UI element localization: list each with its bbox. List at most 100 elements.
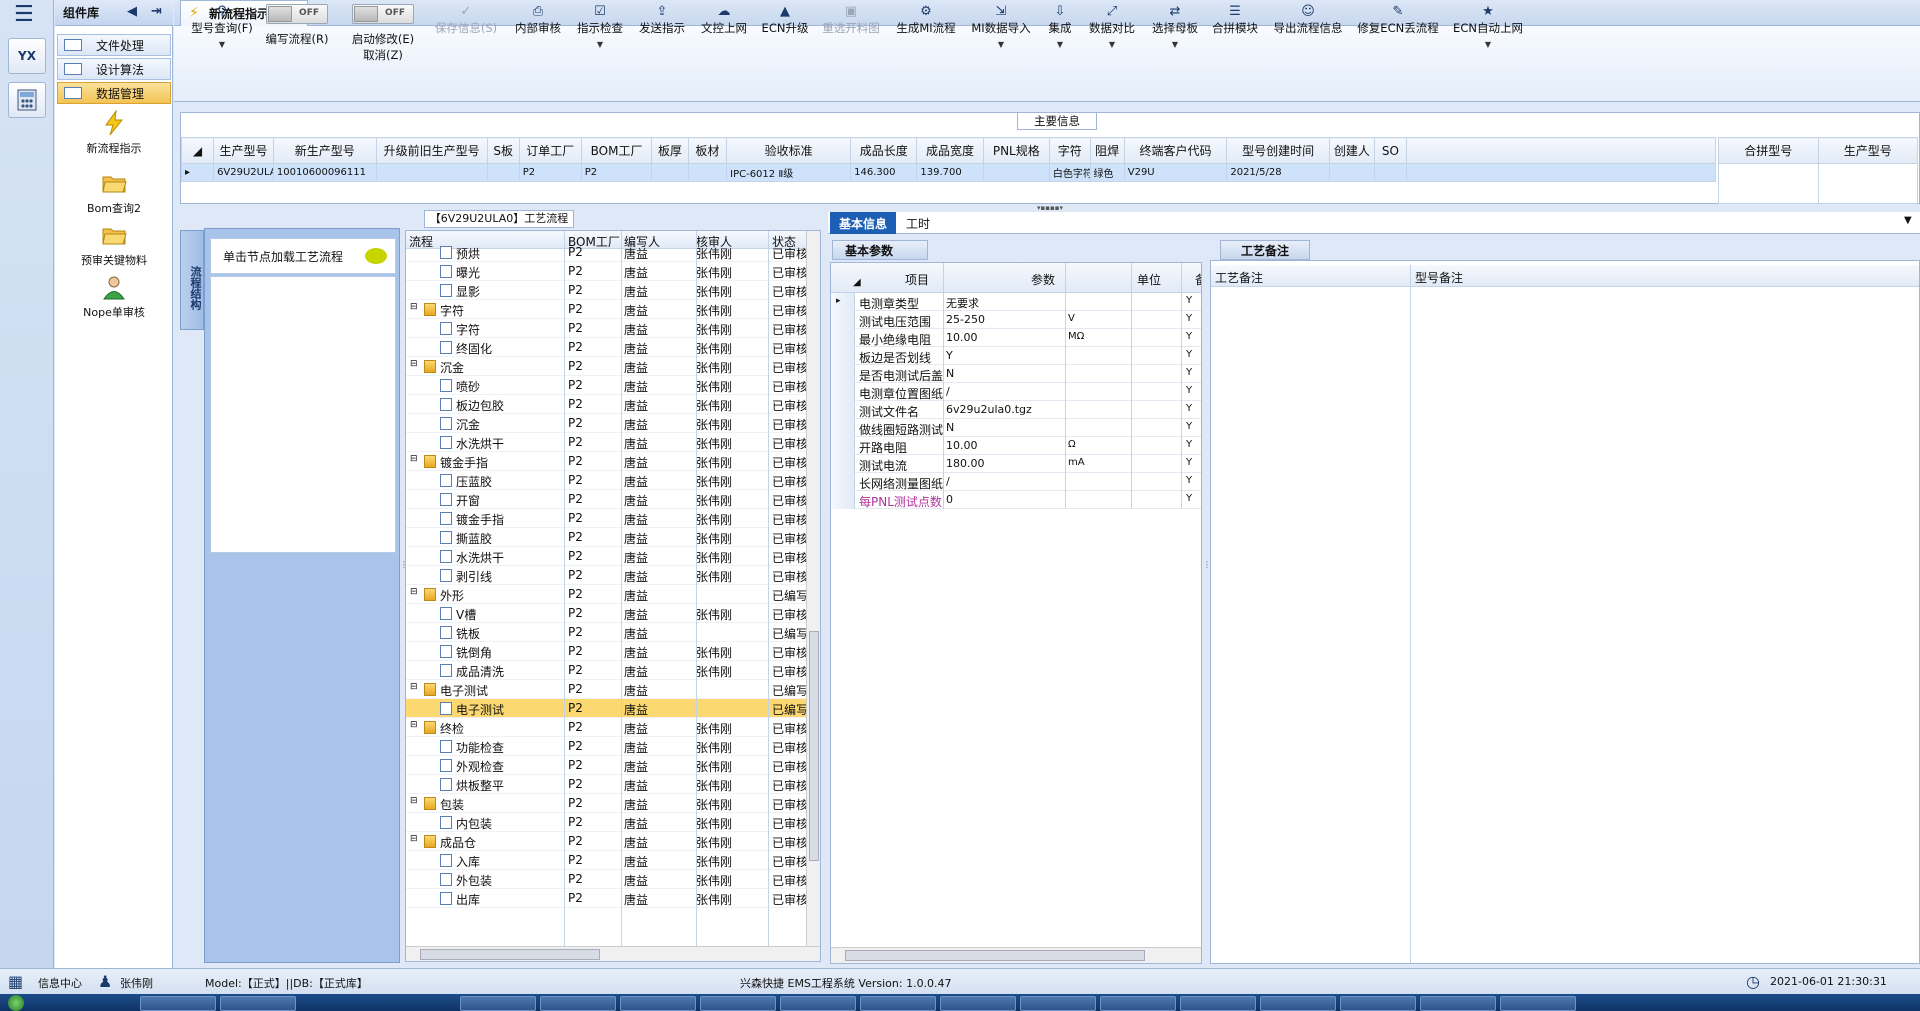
start-modify-toggle[interactable]: OFF 启动修改(E) 取消(Z) <box>344 4 422 74</box>
horizontal-scrollbar[interactable] <box>831 947 1201 963</box>
model-note-input[interactable] <box>1411 287 1919 963</box>
select-mother-board-button[interactable]: ⇄ 选择母板 ▼ <box>1144 4 1206 74</box>
cell-created[interactable]: 2021/5/28 <box>1226 163 1330 182</box>
collapse-icon[interactable]: ⊟ <box>410 796 418 806</box>
taskbar-item[interactable] <box>1100 996 1176 1011</box>
table-row[interactable]: 最小绝缘电阻 10.00 MΩ Y <box>831 329 1201 347</box>
row-selector[interactable] <box>831 383 855 401</box>
table-row[interactable]: 喷砂 P2 唐益 张伟刚 已审核 <box>406 376 806 395</box>
table-row[interactable]: 板边包胶 P2 唐益 张伟刚 已审核 <box>406 395 806 414</box>
table-row[interactable]: 电测章位置图纸 / Y <box>831 383 1201 401</box>
generate-mi-flow-button[interactable]: ⚙ 生成MI流程 <box>890 4 962 74</box>
doc-upload-button[interactable]: ☁ 文控上网 <box>694 4 754 74</box>
param-value[interactable]: Y <box>946 349 1066 362</box>
table-row[interactable]: ▸ 6V29U2ULA0 10010600096111 P2 P2 IPC-60… <box>180 163 1717 182</box>
taskbar-item[interactable] <box>220 996 296 1011</box>
table-row[interactable]: 入库 P2 唐益 张伟刚 已审核 <box>406 851 806 870</box>
column-header[interactable]: PNL规格 <box>982 137 1050 164</box>
table-row[interactable]: 沉金 P2 唐益 张伟刚 已审核 <box>406 414 806 433</box>
cell-thickness[interactable] <box>651 163 689 182</box>
info-center-link[interactable]: 信息中心 <box>38 975 82 991</box>
table-row[interactable]: 显影 P2 唐益 张伟刚 已审核 <box>406 281 806 300</box>
table-row[interactable]: ▸ 电测章类型 无要求 Y <box>831 293 1201 311</box>
row-selector[interactable] <box>831 473 855 491</box>
taskbar-item[interactable] <box>620 996 696 1011</box>
table-row[interactable]: 铣倒角 P2 唐益 张伟刚 已审核 <box>406 642 806 661</box>
collapse-left-icon[interactable]: ◀ <box>127 4 137 19</box>
cell-material[interactable] <box>687 163 728 182</box>
grid-apps-icon[interactable]: ▦ <box>8 972 23 991</box>
column-header[interactable]: 订单工厂 <box>518 137 582 164</box>
param-value[interactable]: 10.00 <box>946 331 1066 344</box>
cell-so[interactable] <box>1373 163 1407 182</box>
table-row[interactable]: 电子测试 P2 唐益 已编写 <box>406 699 806 718</box>
table-row[interactable]: 撕蓝胶 P2 唐益 张伟刚 已审核 <box>406 528 806 547</box>
vertical-scrollbar[interactable] <box>806 231 820 946</box>
taskbar-item[interactable] <box>940 996 1016 1011</box>
table-row[interactable]: 测试文件名 6v29u2ula0.tgz Y <box>831 401 1201 419</box>
category-design-algorithm[interactable]: 设计算法 <box>57 58 171 80</box>
internal-review-button[interactable]: ⎙ 内部审核 <box>510 4 566 74</box>
table-row[interactable]: V槽 P2 唐益 张伟刚 已审核 <box>406 604 806 623</box>
cell-model[interactable]: 6V29U2ULA0 <box>213 163 274 182</box>
category-data-management[interactable]: 数据管理 <box>57 82 171 104</box>
table-row[interactable]: 开路电阻 10.00 Ω Y <box>831 437 1201 455</box>
splitter-grip-icon[interactable]: ▾▪▪▪▪▾ <box>1020 204 1080 212</box>
collapse-icon[interactable]: ⊟ <box>410 720 418 730</box>
column-header[interactable]: 参数 <box>1031 271 1055 288</box>
pin-icon[interactable]: ⇥ <box>151 4 162 19</box>
hamburger-menu-icon[interactable]: ☰ <box>14 4 34 26</box>
table-row[interactable]: ⊟ 成品仓 P2 唐益 张伟刚 已审核 <box>406 832 806 851</box>
table-row[interactable]: 测试电流 180.00 mA Y <box>831 455 1201 473</box>
table-row[interactable]: ⊟ 外形 P2 唐益 已编写 <box>406 585 806 604</box>
cancel-button[interactable]: 取消(Z) <box>344 47 422 63</box>
taskbar-item[interactable] <box>700 996 776 1011</box>
app-logo-icon[interactable]: YX <box>8 38 46 74</box>
table-row[interactable]: 镀金手指 P2 唐益 张伟刚 已审核 <box>406 509 806 528</box>
repair-ecn-flow-button[interactable]: ✎ 修复ECN丢流程 <box>1354 4 1442 74</box>
param-value[interactable]: N <box>946 367 1066 380</box>
column-header[interactable]: 新生产型号 <box>272 137 377 164</box>
column-header[interactable]: 备 <box>1195 271 1201 288</box>
taskbar-item[interactable] <box>860 996 936 1011</box>
toggle-switch[interactable]: OFF <box>266 4 328 24</box>
mi-data-import-button[interactable]: ⇲ MI数据导入 ▼ <box>966 4 1036 74</box>
scrollbar-thumb[interactable] <box>809 631 819 861</box>
row-selector[interactable] <box>831 419 855 437</box>
table-row[interactable]: ⊟ 终检 P2 唐益 张伟刚 已审核 <box>406 718 806 737</box>
table-row[interactable]: ⊟ 镀金手指 P2 唐益 张伟刚 已审核 <box>406 452 806 471</box>
write-flow-toggle[interactable]: OFF 编写流程(R) <box>262 4 332 74</box>
splitter-handle-icon[interactable]: ⋮ <box>1203 560 1211 630</box>
collapse-icon[interactable]: ⊟ <box>410 359 418 369</box>
start-button[interactable] <box>8 995 24 1011</box>
export-flow-info-button[interactable]: ☺ 导出流程信息 <box>1266 4 1350 74</box>
calculator-icon[interactable] <box>8 82 46 118</box>
param-value[interactable]: 25-250 <box>946 313 1066 326</box>
table-row[interactable]: 出库 P2 唐益 张伟刚 已审核 <box>406 889 806 908</box>
tool-pre-review-materials[interactable]: 预审关键物料 <box>55 222 173 268</box>
column-header[interactable]: 生产型号 <box>213 137 274 164</box>
collapse-icon[interactable]: ⊟ <box>410 454 418 464</box>
taskbar-item[interactable] <box>140 996 216 1011</box>
scrollbar-thumb[interactable] <box>845 950 1145 961</box>
taskbar-item[interactable] <box>1500 996 1576 1011</box>
tool-nope-review[interactable]: Nope单审核 <box>55 274 173 320</box>
column-header[interactable]: SO <box>1373 137 1407 164</box>
table-row[interactable]: 每PNL测试点数 0 Y <box>831 491 1201 509</box>
param-value[interactable]: 0 <box>946 493 1066 506</box>
horizontal-scrollbar[interactable] <box>406 946 820 961</box>
taskbar-item[interactable] <box>540 996 616 1011</box>
table-row[interactable]: 外包装 P2 唐益 张伟刚 已审核 <box>406 870 806 889</box>
param-value[interactable]: 10.00 <box>946 439 1066 452</box>
cell-acceptance[interactable]: IPC-6012 Ⅱ级 <box>726 163 852 182</box>
collapse-icon[interactable]: ⊟ <box>410 302 418 312</box>
taskbar-item[interactable] <box>1180 996 1256 1011</box>
column-header[interactable]: 型号创建时间 <box>1226 137 1330 164</box>
column-header[interactable]: 板厚 <box>651 137 689 164</box>
column-header[interactable]: 阻焊 <box>1089 137 1125 164</box>
table-row[interactable]: 内包装 P2 唐益 张伟刚 已审核 <box>406 813 806 832</box>
table-row[interactable]: 板边是否划线 Y Y <box>831 347 1201 365</box>
column-header[interactable]: 创建人 <box>1328 137 1375 164</box>
taskbar-item[interactable] <box>780 996 856 1011</box>
param-value[interactable]: 6v29u2ula0.tgz <box>946 403 1066 416</box>
